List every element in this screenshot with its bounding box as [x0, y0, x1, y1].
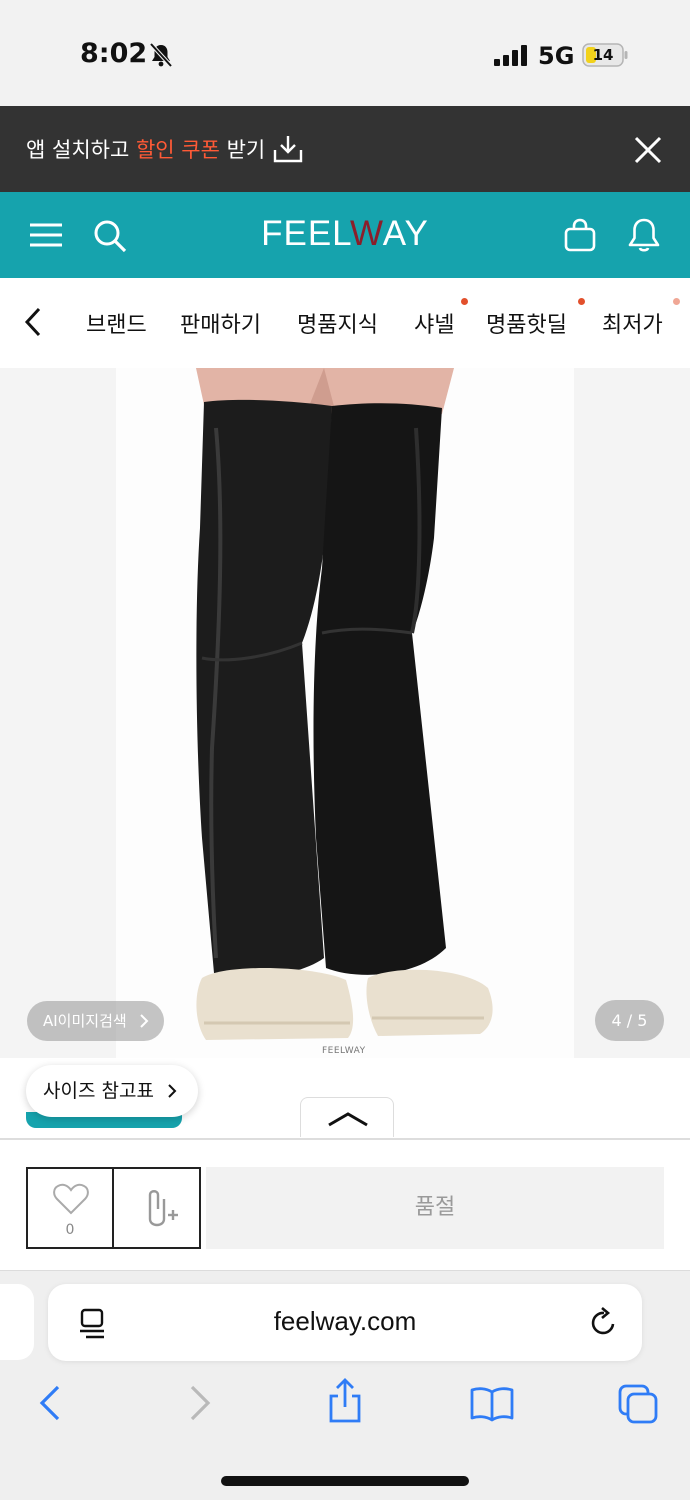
banner-text[interactable]: 앱 설치하고 할인 쿠폰 받기: [26, 134, 265, 164]
nav-item-knowledge[interactable]: 명품지식: [297, 307, 378, 339]
bookmarks-icon[interactable]: [470, 1386, 514, 1422]
close-icon[interactable]: [632, 134, 664, 166]
chevron-right-icon: [168, 1084, 177, 1098]
ai-search-label: AI이미지검색: [43, 1012, 127, 1030]
bell-icon[interactable]: [626, 216, 662, 254]
image-counter: 4 / 5: [595, 1000, 664, 1041]
previous-tab-preview[interactable]: [0, 1284, 34, 1360]
banner-text-after: 받기: [219, 138, 266, 162]
shopping-bag-icon[interactable]: [564, 218, 596, 252]
bell-slash-icon: [149, 42, 173, 68]
paperclip-add-icon: [148, 1190, 178, 1227]
nav-item-lowest[interactable]: 최저가: [602, 307, 663, 339]
address-bar[interactable]: feelway.com: [48, 1284, 642, 1361]
reload-icon[interactable]: [589, 1306, 619, 1338]
chevron-up-icon: [328, 1112, 368, 1127]
new-badge-dot: [578, 298, 585, 305]
battery-level: 14: [592, 46, 614, 64]
nav-item-hotdeal[interactable]: 명품핫딜: [486, 307, 567, 339]
logo-text-1: FEEL: [261, 214, 351, 253]
like-count: 0: [65, 1222, 75, 1238]
soldout-button: 품절: [206, 1167, 664, 1249]
size-chart-button[interactable]: 사이즈 참고표: [26, 1065, 198, 1117]
logo-text-2: AY: [382, 214, 429, 253]
banner-highlight: 할인 쿠폰: [135, 138, 220, 162]
ai-image-search-button[interactable]: AI이미지검색: [27, 1001, 164, 1041]
url-text: feelway.com: [273, 1306, 417, 1336]
new-badge-dot: [461, 298, 468, 305]
new-badge-dot: [673, 298, 680, 305]
back-icon[interactable]: [38, 1384, 62, 1422]
signal-icon: [494, 45, 527, 66]
share-icon[interactable]: [326, 1378, 364, 1424]
product-photo[interactable]: [116, 368, 574, 1058]
download-icon[interactable]: [272, 134, 304, 164]
watermark: FEELWAY: [322, 1046, 366, 1056]
page: 8:02 5G 14 앱 설치하고 할인 쿠폰 받기 FEELWAY 브랜드 판…: [0, 0, 690, 1500]
tabs-icon[interactable]: [618, 1384, 658, 1424]
nav-item-sell[interactable]: 판매하기: [180, 307, 261, 339]
nav-item-brand[interactable]: 브랜드: [86, 307, 147, 339]
clip-button[interactable]: [112, 1167, 201, 1249]
heart-icon: [53, 1183, 89, 1215]
network-label: 5G: [538, 42, 575, 70]
like-button[interactable]: 0: [26, 1167, 114, 1249]
banner-text-before: 앱 설치하고: [26, 138, 136, 162]
chevron-left-icon[interactable]: [22, 306, 44, 338]
logo-text-w: W: [350, 214, 383, 253]
status-time: 8:02: [80, 38, 148, 69]
nav-item-chanel[interactable]: 샤넬: [414, 307, 454, 339]
app-install-banner[interactable]: 앱 설치하고 할인 쿠폰 받기: [0, 106, 690, 192]
forward-icon[interactable]: [188, 1384, 212, 1422]
home-indicator: [221, 1476, 469, 1486]
size-chart-label: 사이즈 참고표: [43, 1080, 154, 1102]
expand-sheet-handle[interactable]: [300, 1097, 394, 1137]
battery-charging-icon: 14: [582, 43, 628, 67]
chevron-right-icon: [140, 1014, 149, 1028]
